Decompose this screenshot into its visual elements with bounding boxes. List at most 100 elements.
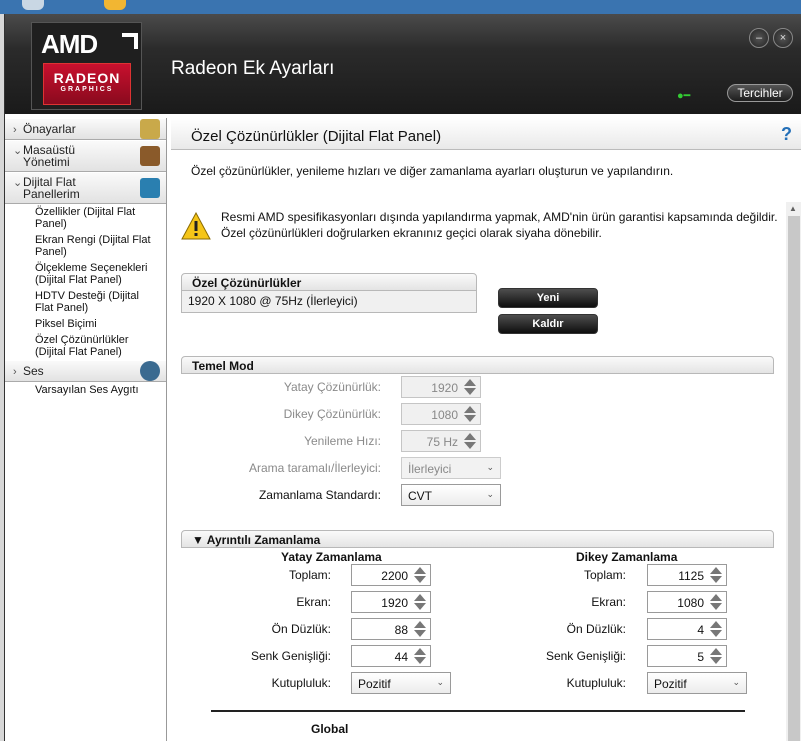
minimize-button[interactable]: – <box>749 28 769 48</box>
new-button[interactable]: Yeni <box>498 288 598 308</box>
title-bar: AMD RADEON GRAPHICS Radeon Ek Ayarları –… <box>5 14 801 114</box>
h-total-value: 2200 <box>381 569 408 583</box>
h-sync-width-value: 44 <box>394 650 408 664</box>
refresh-value: 75 Hz <box>426 435 458 449</box>
page-title: Özel Çözünürlükler (Dijital Flat Panel) <box>191 128 442 145</box>
logo-amd-text: AMD <box>41 29 98 59</box>
v-polarity-select[interactable]: Pozitif ⌄ <box>647 672 747 694</box>
sidebar-category-chevron: › <box>13 366 17 378</box>
v-sync-width-value: 5 <box>697 650 704 664</box>
spin-arrows-icon[interactable] <box>708 620 724 638</box>
timing-standard-value: CVT <box>408 489 432 503</box>
scan-value: İlerleyici <box>408 462 452 476</box>
v-front-porch-value: 4 <box>697 623 704 637</box>
chevron-down-icon: ⌄ <box>436 677 444 687</box>
logo-radeon-badge: RADEON GRAPHICS <box>43 63 131 105</box>
sidebar: ›Önayarlar⌄Masaüstü YönetimiMasaüstü Ren… <box>5 118 167 741</box>
recycle-bin-icon <box>22 0 44 10</box>
v-display-value: 1080 <box>677 596 704 610</box>
sidebar-category[interactable]: › Önayarlar <box>5 118 166 140</box>
spin-arrows-icon[interactable] <box>412 593 428 611</box>
h-polarity-select[interactable]: Pozitif ⌄ <box>351 672 451 694</box>
timing-standard-label: Zamanlama Standardı: <box>258 488 381 502</box>
v-front-porch-label: Ön Düzlük: <box>566 622 626 636</box>
sidebar-item[interactable]: Özel Çözünürlükler (Dijital Flat Panel) <box>5 332 166 360</box>
v-front-porch-stepper[interactable]: 4 <box>647 618 727 640</box>
global-label: Global <box>311 722 349 736</box>
v-sync-width-label: Senk Genişliği: <box>545 649 626 663</box>
desktop-icon <box>140 146 160 166</box>
v-res-stepper: 1080 <box>401 403 481 425</box>
custom-resolution-item[interactable]: 1920 X 1080 @ 75Hz (İlerleyici) <box>181 291 477 313</box>
sidebar-category[interactable]: ⌄Masaüstü Yönetimi <box>5 140 166 172</box>
spin-arrows-icon[interactable] <box>412 566 428 584</box>
scrollbar-thumb[interactable] <box>788 216 800 741</box>
sidebar-category[interactable]: ⌄Dijital Flat Panellerim <box>5 172 166 204</box>
h-display-stepper[interactable]: 1920 <box>351 591 431 613</box>
h-front-porch-value: 88 <box>394 623 408 637</box>
warning-line-2: Özel çözünürlükleri doğrularken ekranını… <box>221 226 602 240</box>
v-sync-width-stepper[interactable]: 5 <box>647 645 727 667</box>
sidebar-item[interactable]: Ekran Rengi (Dijital Flat Panel) <box>5 232 166 260</box>
timing-standard-select[interactable]: CVT ⌄ <box>401 484 501 506</box>
sidebar-item[interactable]: Özellikler (Dijital Flat Panel) <box>5 204 166 232</box>
h-total-label: Toplam: <box>288 568 331 582</box>
spin-arrows-icon[interactable] <box>708 647 724 665</box>
app-window: AMD RADEON GRAPHICS Radeon Ek Ayarları –… <box>4 14 801 741</box>
sidebar-category-chevron: ⌄ <box>13 177 23 189</box>
sidebar-category-chevron: ⌄ <box>13 145 23 157</box>
custom-resolutions-header: Özel Çözünürlükler <box>181 273 477 291</box>
scroll-up-icon[interactable]: ▲ <box>789 204 797 213</box>
spin-arrows-icon[interactable] <box>708 593 724 611</box>
h-front-porch-stepper[interactable]: 88 <box>351 618 431 640</box>
sidebar-item[interactable]: Ölçekleme Seçenekleri (Dijital Flat Pane… <box>5 260 166 288</box>
pin-icon[interactable]: ●━ <box>677 89 690 102</box>
spin-arrows-icon[interactable] <box>708 566 724 584</box>
chevron-down-icon: ⌄ <box>486 462 494 472</box>
refresh-stepper: 75 Hz <box>401 430 481 452</box>
h-total-stepper[interactable]: 2200 <box>351 564 431 586</box>
preferences-button[interactable]: Tercihler <box>727 84 793 102</box>
h-sync-width-stepper[interactable]: 44 <box>351 645 431 667</box>
close-button[interactable]: × <box>773 28 793 48</box>
app-icon <box>104 0 126 10</box>
sidebar-item[interactable]: Piksel Biçimi <box>5 316 166 332</box>
spin-arrows-icon[interactable] <box>412 620 428 638</box>
sidebar-item[interactable]: HDTV Desteği (Dijital Flat Panel) <box>5 288 166 316</box>
vertical-timing-title: Dikey Zamanlama <box>576 550 678 564</box>
detailed-timing-header[interactable]: ▼ Ayrıntılı Zamanlama <box>181 530 774 548</box>
warning-text: Resmi AMD spesifikasyonları dışında yapı… <box>221 209 781 241</box>
sidebar-category-label: Önayarlar <box>23 122 76 136</box>
amd-arrow-icon <box>122 33 138 49</box>
remove-button[interactable]: Kaldır <box>498 314 598 334</box>
separator <box>211 710 745 712</box>
v-polarity-label: Kutupluluk: <box>566 676 626 690</box>
vertical-scrollbar[interactable]: ▲ <box>786 202 801 741</box>
monitor-icon <box>140 178 160 198</box>
h-display-label: Ekran: <box>296 595 331 609</box>
presets-icon <box>140 119 160 139</box>
page-description: Özel çözünürlükler, yenileme hızları ve … <box>191 164 674 178</box>
v-total-label: Toplam: <box>583 568 626 582</box>
sidebar-category[interactable]: › Ses <box>5 360 166 382</box>
v-total-stepper[interactable]: 1125 <box>647 564 727 586</box>
scan-label: Arama taramalı/İlerleyici: <box>248 461 381 475</box>
amd-radeon-logo: AMD RADEON GRAPHICS <box>31 22 142 110</box>
scan-select: İlerleyici ⌄ <box>401 457 501 479</box>
spin-arrows-icon[interactable] <box>412 647 428 665</box>
sidebar-item[interactable]: Varsayılan Ses Aygıtı <box>5 382 166 398</box>
v-polarity-value: Pozitif <box>654 677 687 691</box>
h-res-stepper: 1920 <box>401 376 481 398</box>
basic-mode-header: Temel Mod <box>181 356 774 374</box>
spin-arrows-icon <box>462 405 478 423</box>
collapse-triangle-icon: ▼ <box>192 533 207 547</box>
help-icon[interactable]: ? <box>781 124 792 145</box>
chevron-down-icon: ⌄ <box>486 489 494 499</box>
v-display-stepper[interactable]: 1080 <box>647 591 727 613</box>
sidebar-category-label: Masaüstü Yönetimi <box>23 143 76 169</box>
logo-radeon-text: RADEON <box>53 70 121 86</box>
h-sync-width-label: Senk Genişliği: <box>250 649 331 663</box>
desktop-strip <box>0 0 801 14</box>
warning-line-1: Resmi AMD spesifikasyonları dışında yapı… <box>221 210 778 224</box>
h-front-porch-label: Ön Düzlük: <box>271 622 331 636</box>
